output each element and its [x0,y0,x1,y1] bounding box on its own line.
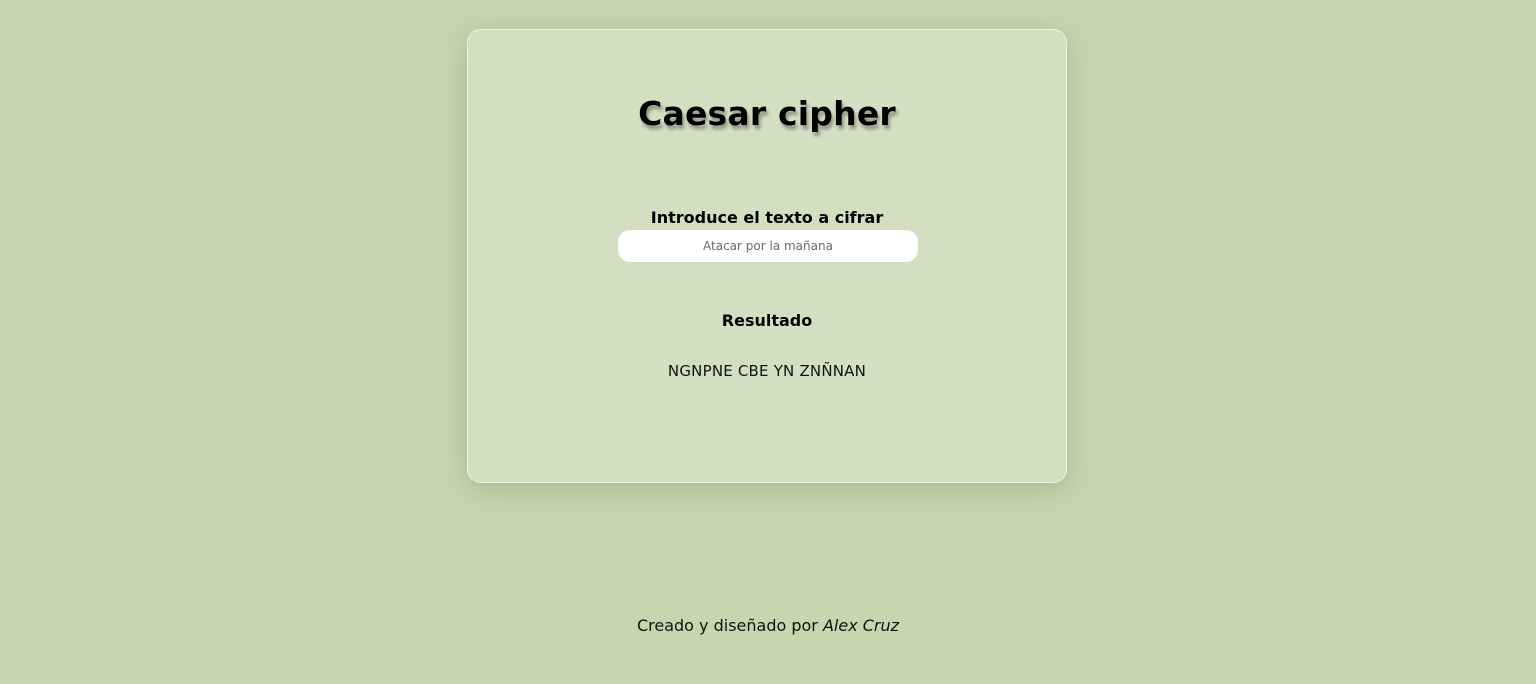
result-label: Resultado [721,311,813,330]
footer-author: Alex Cruz [822,616,900,635]
footer-prefix: Creado y diseñado por [636,616,818,635]
text-input[interactable] [618,230,918,262]
input-label: Introduce el texto a cifrar [650,208,884,227]
footer: Creado y diseñado por Alex Cruz [0,616,1536,635]
cipher-card: Caesar cipher Introduce el texto a cifra… [467,29,1067,483]
page-title: Caesar cipher [638,94,896,133]
result-value: NGNPNE CBE YN ZNÑNAN [667,362,867,380]
